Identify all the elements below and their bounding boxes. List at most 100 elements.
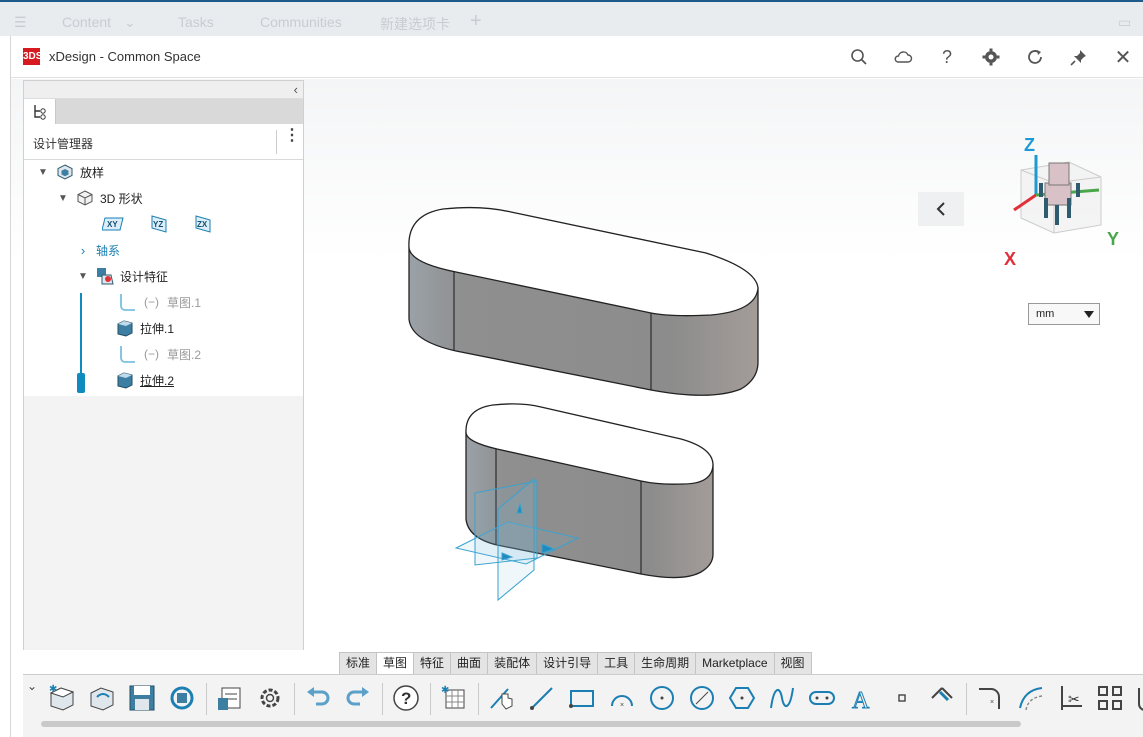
rectangle-tool-icon[interactable] [565,681,599,715]
tab-features[interactable]: 特征 [413,652,452,674]
expand-arrow-icon[interactable]: ▼ [36,167,50,178]
point-tool-icon[interactable] [885,681,919,715]
tab-design-tree[interactable] [24,99,56,124]
tab-surfaces[interactable]: 曲面 [450,652,489,674]
search-icon[interactable] [848,46,870,68]
redo-icon[interactable] [341,681,375,715]
features-icon [96,267,114,285]
top-item-new-tab[interactable]: 新建选项卡 [380,14,450,34]
app-title: xDesign - Common Space [49,49,201,64]
ellipse-tool-icon[interactable] [685,681,719,715]
centerline-tool-icon[interactable] [925,681,959,715]
tree-item-extrude-2[interactable]: 拉伸.2 [116,369,174,391]
plane-xy-label: XY [107,220,118,229]
save-icon[interactable] [125,681,159,715]
svg-text:✱: ✱ [49,684,57,695]
chevron-right-icon[interactable]: › [76,243,90,258]
rebuild-icon[interactable] [165,681,199,715]
unit-select[interactable]: mm [1028,303,1100,325]
more-options-icon[interactable]: ⋮ [284,128,300,144]
shape-icon [76,189,94,207]
plane-yz[interactable]: YZ [150,213,168,235]
axis-y-label: Y [1107,229,1120,249]
tab-assembly[interactable]: 装配体 [487,652,538,674]
arc-tool-icon[interactable]: × [605,681,639,715]
refresh-icon[interactable] [1024,46,1046,68]
rollback-bar-handle[interactable] [77,373,85,393]
chevron-down-icon [1084,311,1094,318]
top-item-communities[interactable]: Communities [260,14,342,30]
properties-icon[interactable] [213,681,247,715]
panel-tabs [24,99,303,124]
fillet-tool-icon[interactable]: × [973,681,1007,715]
offset-tool-icon[interactable] [1013,681,1047,715]
plane-zx-label: ZX [197,220,208,229]
brand-logo: 3DS [23,48,42,65]
tab-lifecycle[interactable]: 生命周期 [634,652,697,674]
window-control[interactable]: ▭ [1118,14,1131,31]
top-item-content[interactable]: Content [62,14,111,30]
tab-marketplace[interactable]: Marketplace [695,652,775,674]
expand-arrow-icon[interactable]: ▼ [76,271,90,282]
tree-item-sketch-2[interactable]: (−) 草图.2 [116,343,201,365]
cloud-icon[interactable] [892,46,914,68]
tree-label: 拉伸.2 [140,373,175,388]
tree-item-sketch-1[interactable]: (−) 草图.1 [116,291,201,313]
new-part-icon[interactable]: ✱ [45,681,79,715]
menu-icon[interactable]: ☰ [14,14,27,31]
svg-text:✂: ✂ [1068,691,1080,707]
convert-entities-icon[interactable] [1129,681,1143,715]
collapse-arrow-button[interactable] [918,192,964,226]
ribbon-toolbar: ⌄ ✱ ? ✱ × A × ✂ [23,674,1143,737]
chevron-down-icon[interactable]: ⌄ [124,14,136,31]
chevron-left-icon[interactable]: ‹ [294,82,298,97]
plane-zx[interactable]: ZX [194,213,212,235]
tree-item-extrude-1[interactable]: 拉伸.1 [116,317,174,339]
sketch-grid-icon[interactable]: ✱ [437,681,471,715]
top-item-tasks[interactable]: Tasks [178,14,214,30]
tree-item-loft[interactable]: ▼ 放样 [36,161,104,183]
chevron-down-icon[interactable]: ⌄ [27,679,37,693]
circle-tool-icon[interactable] [645,681,679,715]
tree-item-3d-shape[interactable]: ▼ 3D 形状 [56,187,143,209]
tab-standard[interactable]: 标准 [339,652,378,674]
plane-xy[interactable]: XY [102,213,124,235]
tree-item-axis-system[interactable]: › 轴系 [76,239,120,261]
slot-tool-icon[interactable] [805,681,839,715]
panel-collapse-bar[interactable]: ‹ [24,81,303,99]
panel-header: 设计管理器 ⋮ [24,124,303,160]
expand-arrow-icon[interactable]: ▼ [56,193,70,204]
ribbon-tabs: 标准 草图 特征 曲面 装配体 设计引导 工具 生命周期 Marketplace… [339,652,812,674]
smart-select-icon[interactable] [485,681,519,715]
toolbar-scrollbar[interactable] [41,721,1021,727]
options-gear-icon[interactable] [253,681,287,715]
gear-icon[interactable] [980,46,1002,68]
help-circle-icon[interactable]: ? [389,681,423,715]
svg-text:×: × [990,699,994,706]
svg-text:×: × [620,702,624,709]
undo-icon[interactable] [301,681,335,715]
extrude-1-body[interactable] [408,206,759,396]
polygon-tool-icon[interactable] [725,681,759,715]
sketch-prefix: (−) [144,295,159,309]
add-tab-icon[interactable]: + [470,10,482,33]
open-part-icon[interactable] [85,681,119,715]
pin-icon[interactable] [1068,46,1090,68]
text-tool-icon[interactable]: A [845,681,879,715]
extrude-icon [116,319,134,337]
trim-tool-icon[interactable]: ✂ [1053,681,1087,715]
tree-label: 草图.2 [167,347,202,362]
close-icon[interactable]: ✕ [1112,46,1134,69]
line-tool-icon[interactable] [525,681,559,715]
help-icon[interactable]: ? [936,46,958,68]
tree-label: 设计特征 [120,269,169,284]
tab-view[interactable]: 视图 [773,652,812,674]
tab-design-guidance[interactable]: 设计引导 [536,652,599,674]
spline-tool-icon[interactable] [765,681,799,715]
tree-item-design-features[interactable]: ▼ 设计特征 [76,265,168,287]
unit-value: mm [1036,308,1055,320]
tab-tools[interactable]: 工具 [597,652,636,674]
tab-sketch[interactable]: 草图 [376,652,415,674]
pattern-tool-icon[interactable] [1093,681,1127,715]
view-cube[interactable]: Z X Y [999,135,1119,275]
